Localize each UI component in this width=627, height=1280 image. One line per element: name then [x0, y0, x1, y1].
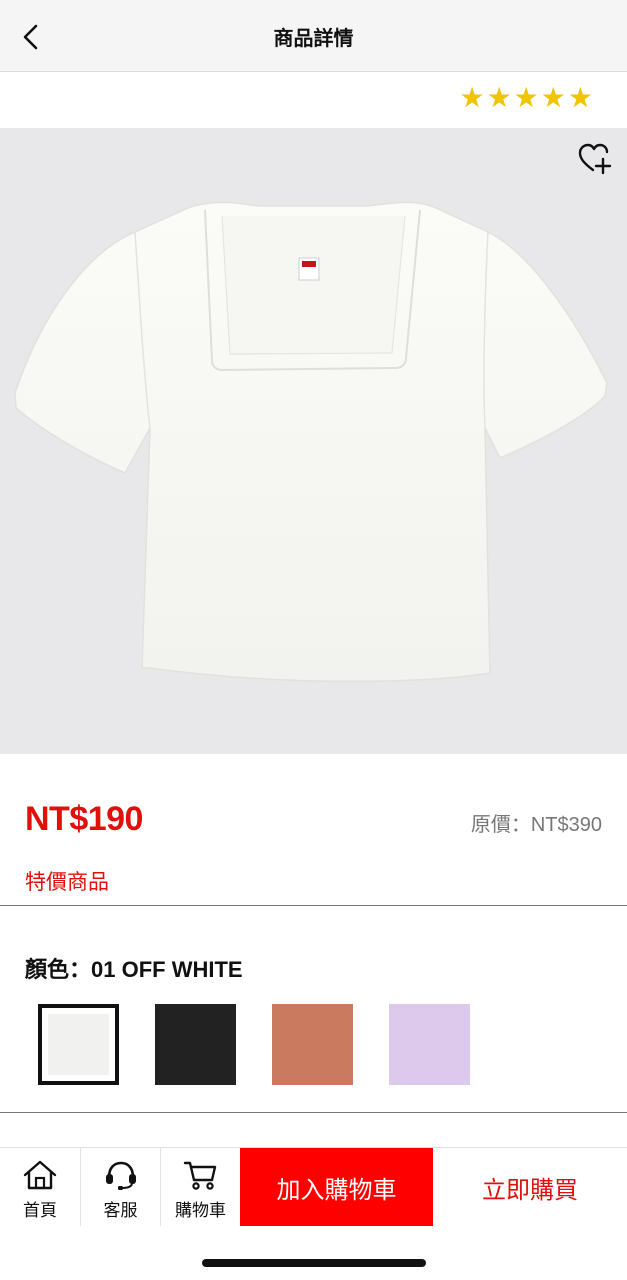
original-price: 原價：NT$390	[470, 814, 602, 836]
home-icon	[21, 1158, 59, 1192]
swatch-fill	[155, 1004, 236, 1085]
star-icon: ★	[513, 81, 539, 114]
wishlist-button[interactable]	[577, 142, 613, 176]
star-icon: ★	[486, 81, 512, 114]
swatch-off-white[interactable]	[38, 1004, 119, 1085]
color-label: 顏色：01 OFF WHITE	[25, 952, 243, 984]
swatch-fill	[272, 1004, 353, 1085]
product-image[interactable]	[0, 128, 627, 754]
home-indicator	[202, 1259, 426, 1267]
star-icon: ★	[459, 81, 485, 114]
tshirt-image	[14, 201, 608, 683]
star-icon: ★	[567, 81, 593, 114]
buy-now-button[interactable]: 立即購買	[433, 1148, 627, 1226]
rating-row: ★ ★ ★ ★ ★	[0, 73, 627, 128]
headset-icon	[102, 1158, 140, 1192]
promo-label: 特價商品	[25, 871, 109, 894]
top-nav-bar: 商品詳情	[0, 0, 627, 72]
sale-price: NT$190	[25, 800, 143, 838]
swatch-lavender[interactable]	[389, 1004, 470, 1085]
nav-service-label: 客服	[103, 1201, 138, 1220]
swatch-fill	[389, 1004, 470, 1085]
swatch-black[interactable]	[155, 1004, 236, 1085]
cart-icon	[182, 1158, 220, 1192]
nav-customer-service[interactable]: 客服	[80, 1148, 160, 1226]
swatch-terracotta[interactable]	[272, 1004, 353, 1085]
color-label-prefix: 顏色：	[25, 957, 92, 982]
color-swatches	[38, 1004, 470, 1085]
color-picker: 顏色：01 OFF WHITE	[0, 905, 627, 1113]
nav-home-label: 首頁	[23, 1201, 57, 1220]
heart-plus-icon	[578, 143, 612, 175]
swatch-fill	[48, 1014, 109, 1075]
page-title: 商品詳情	[273, 28, 354, 50]
nav-home[interactable]: 首頁	[0, 1148, 80, 1226]
nav-cart-label: 購物車	[175, 1201, 226, 1220]
add-to-cart-button[interactable]: 加入購物車	[240, 1148, 433, 1226]
nav-cart[interactable]: 購物車	[160, 1148, 240, 1226]
bottom-action-bar: 首頁 客服 購物車 加入購物車 立即購買	[0, 1147, 627, 1226]
selected-color-value: 01 OFF WHITE	[91, 957, 243, 982]
star-rating[interactable]: ★ ★ ★ ★ ★	[459, 83, 593, 113]
star-icon: ★	[540, 81, 566, 114]
